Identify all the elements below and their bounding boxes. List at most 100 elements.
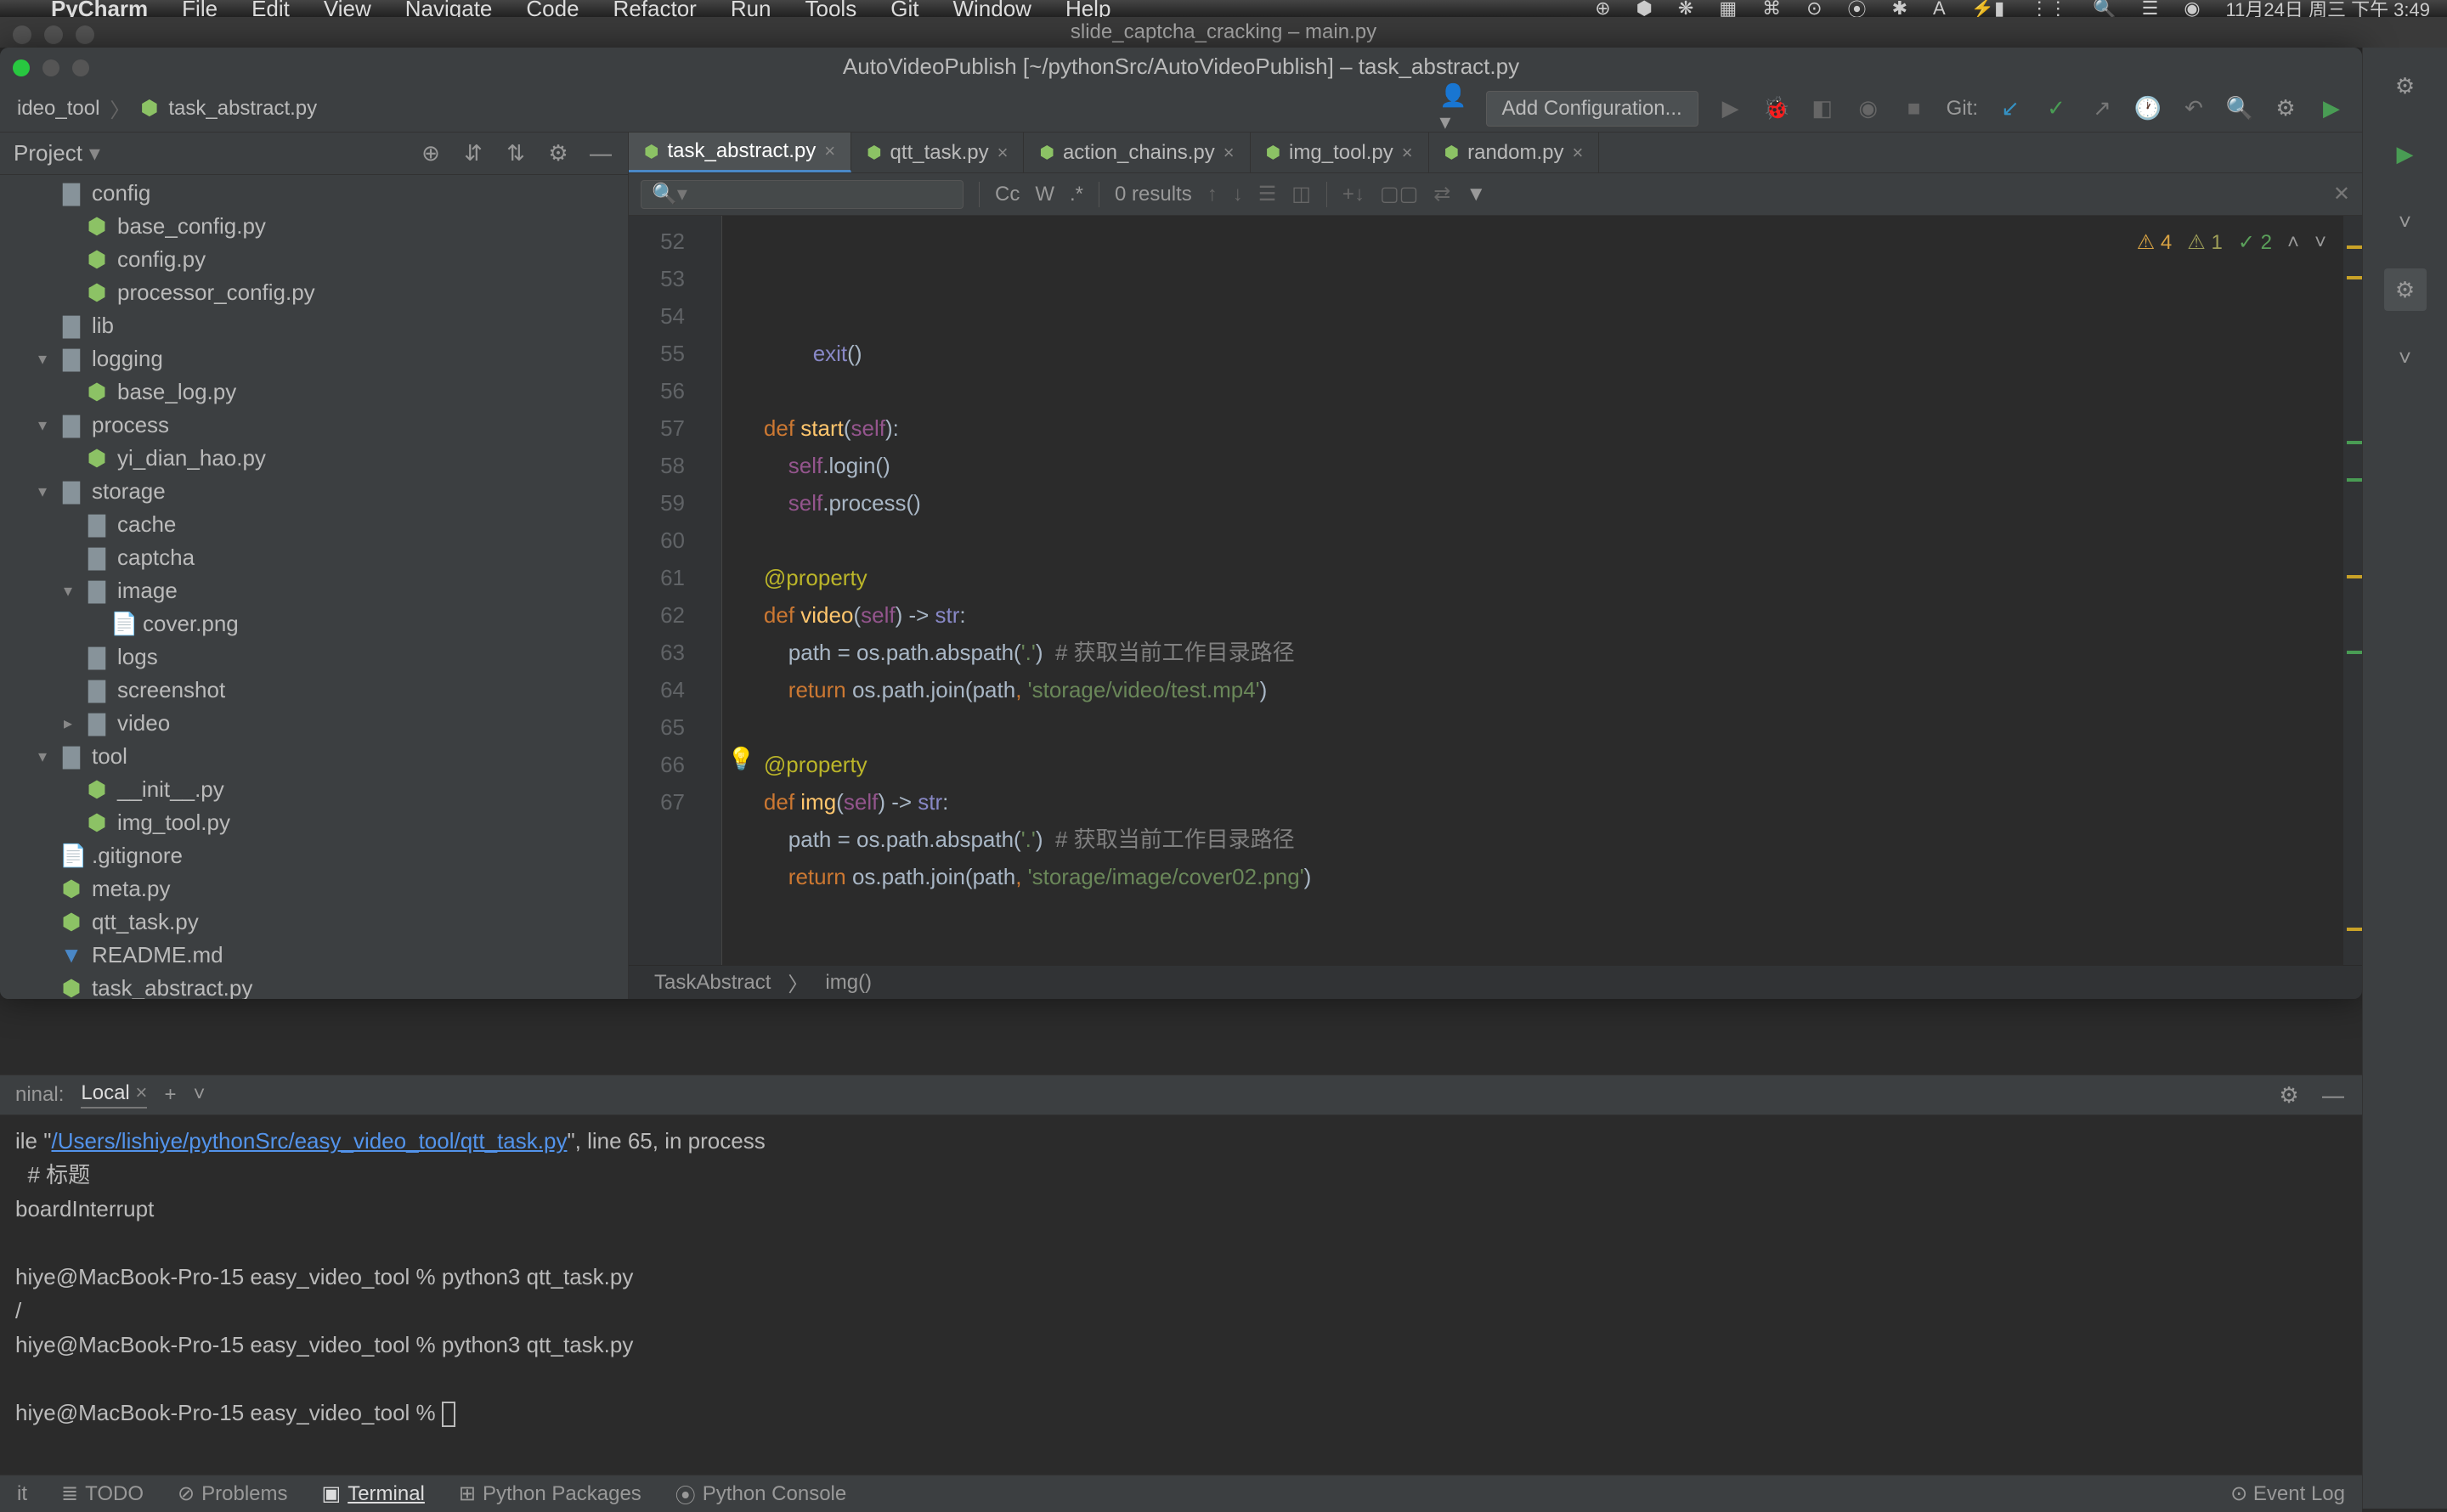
coverage-button[interactable]: ◧ — [1809, 95, 1836, 122]
git-rollback-icon[interactable]: ↶ — [2180, 95, 2207, 122]
tree-item[interactable]: ⬢__init__.py — [0, 773, 628, 806]
error-stripe[interactable] — [2343, 216, 2362, 965]
user-icon[interactable]: 👤▾ — [1440, 95, 1467, 122]
chevron-down-icon[interactable]: ▾ — [89, 140, 100, 166]
run-anything-icon[interactable]: ▶ — [2318, 95, 2345, 122]
tree-item[interactable]: ⬢img_tool.py — [0, 806, 628, 839]
tree-item[interactable]: ▾▇logging — [0, 342, 628, 375]
words-icon[interactable]: W — [1035, 183, 1054, 206]
tree-item[interactable]: ▇screenshot — [0, 674, 628, 707]
tree-item[interactable]: ▾▇process — [0, 409, 628, 442]
tool-window-button[interactable]: ⊘Problems — [178, 1481, 287, 1506]
next-highlight-icon[interactable]: ˅ — [2314, 224, 2326, 262]
add-configuration-button[interactable]: Add Configuration... — [1486, 91, 1698, 127]
close-tab-icon[interactable]: × — [1224, 142, 1235, 164]
editor-tab[interactable]: ⬢random.py× — [1429, 133, 1600, 172]
hide-icon[interactable]: — — [587, 140, 614, 167]
fold-column[interactable] — [697, 216, 722, 965]
terminal-output[interactable]: ile "/Users/lishiye/pythonSrc/easy_video… — [0, 1115, 2362, 1465]
tool-window-button[interactable]: it — [17, 1482, 27, 1506]
tree-item[interactable]: ▼README.md — [0, 939, 628, 972]
code-editor[interactable]: 52535455565758596061626364656667 ⚠ 4 ⚠ 1… — [629, 216, 2362, 965]
stop-button[interactable]: ■ — [1901, 95, 1928, 122]
editor-tab[interactable]: ⬢img_tool.py× — [1251, 133, 1429, 172]
breadcrumb-item[interactable]: task_abstract.py — [168, 97, 317, 121]
locate-icon[interactable]: ⊕ — [417, 140, 444, 167]
inspection-widget[interactable]: ⚠ 4 ⚠ 1 ✓ 2 ˄ ˅ — [2137, 224, 2326, 262]
hide-terminal-icon[interactable]: — — [2320, 1081, 2347, 1109]
breadcrumb-item[interactable]: ideo_tool — [17, 97, 99, 121]
tree-item[interactable]: ▸▇video — [0, 707, 628, 740]
tool-window-button[interactable]: ▣Terminal — [322, 1481, 425, 1506]
chevron-down-icon[interactable]: ˅ — [2384, 200, 2427, 243]
tree-item[interactable]: ▇cache — [0, 508, 628, 541]
collapse-all-icon[interactable]: ⇅ — [502, 140, 529, 167]
intention-bulb-icon[interactable]: 💡 — [727, 746, 754, 772]
minimize-button[interactable] — [42, 59, 59, 76]
new-window-icon[interactable]: ◫ — [1291, 182, 1311, 206]
terminal-settings-icon[interactable]: ⚙ — [2275, 1081, 2303, 1109]
project-view-label[interactable]: Project — [14, 140, 82, 166]
next-match-icon[interactable]: ↓ — [1233, 183, 1243, 206]
editor-tab[interactable]: ⬢task_abstract.py× — [629, 133, 851, 172]
tree-item[interactable]: ⬢yi_dian_hao.py — [0, 442, 628, 475]
add-selection-icon[interactable]: +↓ — [1342, 183, 1365, 206]
tool-window-button[interactable]: ≣TODO — [61, 1481, 144, 1506]
editor-breadcrumbs[interactable]: TaskAbstract 〉 img() — [629, 965, 2362, 999]
breadcrumbs[interactable]: ideo_tool 〉 ⬢ task_abstract.py — [17, 93, 317, 123]
tree-item[interactable]: ▇config — [0, 177, 628, 210]
tree-item[interactable]: ⬢base_config.py — [0, 210, 628, 243]
ide-settings-icon[interactable]: ⚙ — [2272, 95, 2299, 122]
select-occurrences-icon[interactable]: ▢▢ — [1380, 182, 1418, 206]
close-tab-icon[interactable]: × — [1402, 142, 1413, 164]
git-history-icon[interactable]: 🕐 — [2134, 95, 2162, 122]
git-commit-icon[interactable]: ✓ — [2043, 95, 2070, 122]
editor-tabs[interactable]: ⬢task_abstract.py×⬢qtt_task.py×⬢action_c… — [629, 133, 2362, 173]
event-log-button[interactable]: ⊙ Event Log — [2230, 1481, 2345, 1506]
warning-indicator[interactable]: ⚠ 1 — [2187, 224, 2223, 262]
select-all-icon[interactable]: ☰ — [1258, 182, 1277, 206]
search-everywhere-icon[interactable]: 🔍 — [2226, 95, 2253, 122]
bg-zoom-button[interactable] — [76, 25, 94, 44]
error-indicator[interactable]: ⚠ 4 — [2137, 224, 2173, 262]
filter-icon[interactable]: ▼ — [1466, 183, 1486, 206]
tree-item[interactable]: ⬢config.py — [0, 243, 628, 276]
tree-item[interactable]: 📄cover.png — [0, 607, 628, 640]
tree-item[interactable]: ⬢task_abstract.py — [0, 972, 628, 999]
gear-icon[interactable]: ⚙ — [545, 140, 572, 167]
tree-item[interactable]: ▾▇image — [0, 574, 628, 607]
tree-item[interactable]: ⬢meta.py — [0, 872, 628, 906]
terminal-tab[interactable]: Local × — [81, 1081, 147, 1109]
match-case-icon[interactable]: Cc — [995, 183, 1020, 206]
debug-button[interactable]: 🐞 — [1763, 95, 1790, 122]
terminal-dropdown-icon[interactable]: ˅ — [193, 1083, 205, 1107]
code-content[interactable]: ⚠ 4 ⚠ 1 ✓ 2 ˄ ˅ exit() def start(self): … — [722, 216, 2343, 965]
tool-window-button[interactable]: ⊞Python Packages — [459, 1481, 641, 1506]
close-button[interactable] — [13, 59, 30, 76]
profiler-icon[interactable]: ▶ — [2384, 133, 2427, 175]
new-terminal-icon[interactable]: + — [164, 1083, 176, 1107]
regex-icon[interactable]: .* — [1070, 183, 1083, 206]
zoom-button[interactable] — [72, 59, 89, 76]
tree-item[interactable]: ▾▇storage — [0, 475, 628, 508]
close-tab-icon[interactable]: × — [1573, 142, 1584, 164]
close-tab-icon[interactable]: × — [997, 142, 1009, 164]
expand-all-icon[interactable]: ⇵ — [460, 140, 487, 167]
editor-tab[interactable]: ⬢action_chains.py× — [1024, 133, 1250, 172]
tree-item[interactable]: ▇captcha — [0, 541, 628, 574]
close-tab-icon[interactable]: × — [824, 140, 835, 162]
chevron-down-icon[interactable]: ˅ — [2384, 336, 2427, 379]
close-find-icon[interactable]: ✕ — [2333, 182, 2350, 206]
breadcrumb-method[interactable]: img() — [825, 971, 872, 995]
git-update-icon[interactable]: ↙ — [1997, 95, 2024, 122]
find-input[interactable]: 🔍▾ — [641, 180, 964, 209]
typo-indicator[interactable]: ✓ 2 — [2238, 224, 2272, 262]
bg-close-button[interactable] — [13, 25, 31, 44]
tool-window-button[interactable]: ⦿Python Console — [675, 1479, 846, 1509]
toggle-icon[interactable]: ⇄ — [1433, 182, 1450, 206]
git-push-icon[interactable]: ↗ — [2088, 95, 2116, 122]
close-tab-icon[interactable]: × — [135, 1081, 147, 1104]
settings-icon[interactable]: ⚙ — [2384, 65, 2427, 107]
tree-item[interactable]: 📄.gitignore — [0, 839, 628, 872]
profile-button[interactable]: ◉ — [1855, 95, 1882, 122]
